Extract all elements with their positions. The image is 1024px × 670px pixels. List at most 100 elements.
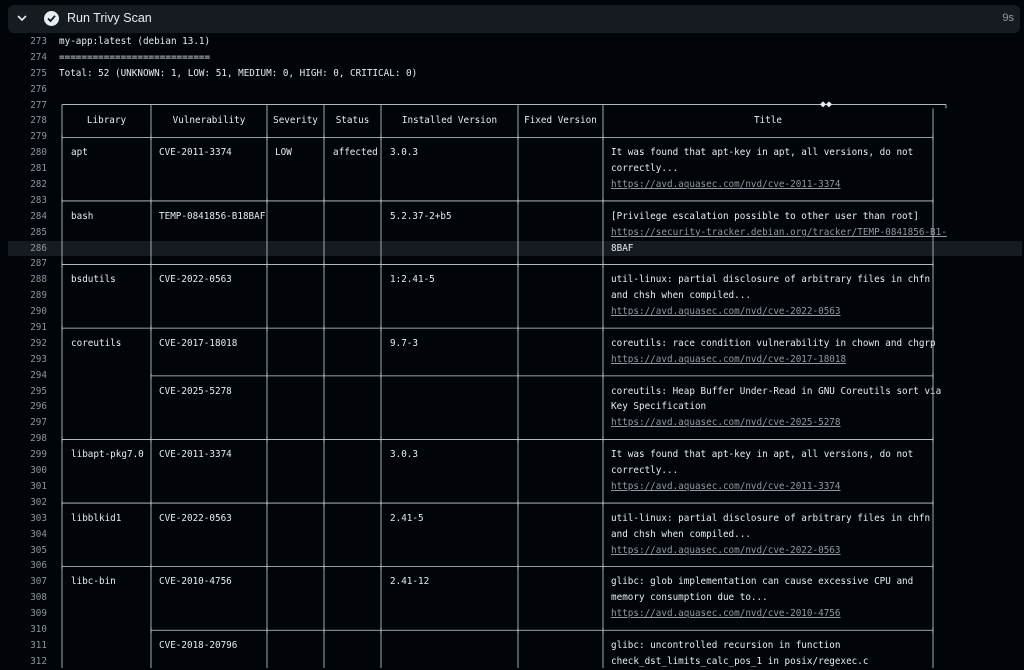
line-text: my-app:latest (debian 13.1) — [59, 36, 211, 47]
line-number[interactable]: 273 — [8, 34, 47, 50]
table-header-cell: Severity — [273, 115, 318, 127]
advisory-link[interactable]: https://avd.aquasec.com/nvd/cve-2011-337… — [611, 179, 841, 190]
table-cell-link[interactable]: https://avd.aquasec.com/nvd/cve-2010-475… — [611, 606, 841, 622]
line-number[interactable]: 276 — [8, 82, 47, 98]
line-number[interactable]: 302 — [8, 495, 47, 511]
log-line: 300 correctly... — [8, 463, 1022, 479]
line-number[interactable]: 311 — [8, 638, 47, 654]
table-cell: 8BAF — [611, 242, 634, 254]
advisory-link[interactable]: https://avd.aquasec.com/nvd/cve-2017-180… — [611, 354, 846, 365]
line-number[interactable]: 290 — [8, 304, 47, 320]
table-cell: CVE-2011-3374 — [159, 449, 232, 461]
table-cell: CVE-2025-5278 — [159, 385, 232, 397]
line-number[interactable]: 293 — [8, 352, 47, 368]
log-line: 299 libapt-pkg7.0 CVE-2011-3374 3.0.3 It was… — [8, 447, 1022, 463]
log-line: 286 8BAF — [8, 240, 1022, 257]
table-cell: apt — [71, 147, 88, 159]
line-number[interactable]: 310 — [8, 622, 47, 638]
table-cell: libblkid1 — [71, 512, 122, 524]
log-line: 278 Library Vulnerability Severity Status Ins… — [8, 113, 1022, 129]
log-line: 281 correctly... — [8, 161, 1022, 177]
line-number[interactable]: 306 — [8, 558, 47, 574]
log-line: 302 — [8, 495, 1022, 511]
log-line: 274 =========================== — [8, 50, 1022, 66]
table-cell-link[interactable]: https://avd.aquasec.com/nvd/cve-2017-180… — [611, 352, 846, 368]
line-number[interactable]: 296 — [8, 399, 47, 415]
step-duration: 9s — [1002, 12, 1014, 24]
log-line: 289 and chsh when compiled... — [8, 288, 1022, 304]
log-line: 273 my-app:latest (debian 13.1) — [8, 34, 1022, 50]
line-number[interactable]: 287 — [8, 256, 47, 272]
log-line: 297 https://avd.aquasec.com/nvd/cve-2025-… — [8, 415, 1022, 431]
table-cell: 9.7-3 — [390, 337, 418, 349]
line-number[interactable]: 299 — [8, 447, 47, 463]
line-number[interactable]: 278 — [8, 113, 47, 129]
table-cell-link[interactable]: https://avd.aquasec.com/nvd/cve-2011-337… — [611, 177, 841, 193]
advisory-link[interactable]: https://security-tracker.debian.org/trac… — [611, 227, 947, 238]
table-cell: bsdutils — [71, 274, 116, 286]
advisory-link[interactable]: https://avd.aquasec.com/nvd/cve-2011-337… — [611, 481, 841, 492]
log-line: 308 memory consumption due to... — [8, 590, 1022, 606]
line-number[interactable]: 274 — [8, 50, 47, 66]
table-cell: TEMP-0841856-B18BAF — [159, 210, 266, 222]
log-line: 290 https://avd.aquasec.com/nvd/cve-2022-… — [8, 304, 1022, 320]
line-number[interactable]: 301 — [8, 479, 47, 495]
table-cell: Key Specification — [611, 401, 707, 413]
table-cell: libc-bin — [71, 576, 116, 588]
line-number[interactable]: 300 — [8, 463, 47, 479]
line-number[interactable]: 312 — [8, 654, 47, 670]
table-cell-link[interactable]: https://avd.aquasec.com/nvd/cve-2022-056… — [611, 304, 841, 320]
line-number[interactable]: 288 — [8, 272, 47, 288]
line-number[interactable]: 304 — [8, 527, 47, 543]
table-cell-link[interactable]: https://security-tracker.debian.org/trac… — [611, 225, 947, 241]
log-line: 304 and chsh when compiled... — [8, 527, 1022, 543]
table-cell: coreutils — [71, 337, 122, 349]
log-line: 288 bsdutils CVE-2022-0563 1:2.41-5 util-lin… — [8, 272, 1022, 288]
line-number[interactable]: 286 — [8, 241, 47, 257]
line-number[interactable]: 297 — [8, 415, 47, 431]
line-number[interactable]: 291 — [8, 320, 47, 336]
line-number[interactable]: 275 — [8, 66, 47, 82]
log-line: 301 https://avd.aquasec.com/nvd/cve-2011-… — [8, 479, 1022, 495]
line-number[interactable]: 305 — [8, 543, 47, 559]
line-number[interactable]: 309 — [8, 606, 47, 622]
line-number[interactable]: 294 — [8, 368, 47, 384]
log-line: 296 Key Specification — [8, 399, 1022, 415]
table-cell: CVE-2018-20796 — [159, 639, 238, 651]
line-number[interactable]: 289 — [8, 288, 47, 304]
table-header-cell: Library — [86, 115, 127, 127]
table-cell: correctly... — [611, 465, 679, 477]
chevron-down-icon[interactable] — [17, 13, 27, 23]
line-number[interactable]: 280 — [8, 145, 47, 161]
line-number[interactable]: 298 — [8, 431, 47, 447]
log-line: 307 libc-bin CVE-2010-4756 2.41-12 glibc: gl… — [8, 574, 1022, 590]
line-number[interactable]: 295 — [8, 384, 47, 400]
line-number[interactable]: 283 — [8, 193, 47, 209]
line-number[interactable]: 308 — [8, 590, 47, 606]
table-cell: 3.0.3 — [390, 449, 418, 461]
line-number[interactable]: 277 — [8, 98, 47, 114]
line-number[interactable]: 284 — [8, 209, 47, 225]
table-header-cell: Fixed Version — [524, 115, 597, 127]
line-number[interactable]: 282 — [8, 177, 47, 193]
table-cell-link[interactable]: https://avd.aquasec.com/nvd/cve-2025-527… — [611, 415, 841, 431]
line-number[interactable]: 285 — [8, 225, 47, 241]
line-number[interactable]: 281 — [8, 161, 47, 177]
line-number[interactable]: 292 — [8, 336, 47, 352]
advisory-link[interactable]: https://avd.aquasec.com/nvd/cve-2022-056… — [611, 306, 841, 317]
table-cell: CVE-2010-4756 — [159, 576, 232, 588]
table-cell: glibc: uncontrolled recursion in functio… — [611, 639, 841, 651]
line-number[interactable]: 279 — [8, 129, 47, 145]
step-header[interactable]: Run Trivy Scan 9s — [8, 5, 1020, 33]
table-cell-link[interactable]: https://avd.aquasec.com/nvd/cve-2022-056… — [611, 543, 841, 559]
line-number[interactable]: 307 — [8, 574, 47, 590]
line-number[interactable]: 303 — [8, 511, 47, 527]
log-line: 284 bash TEMP-0841856-B18BAF 5.2.37-2+b5 [Pr… — [8, 209, 1022, 225]
advisory-link[interactable]: https://avd.aquasec.com/nvd/cve-2022-056… — [611, 545, 841, 556]
table-cell-link[interactable]: https://avd.aquasec.com/nvd/cve-2011-337… — [611, 479, 841, 495]
table-cell: and chsh when compiled... — [611, 528, 751, 540]
advisory-link[interactable]: https://avd.aquasec.com/nvd/cve-2025-527… — [611, 417, 841, 428]
log-line: 309 https://avd.aquasec.com/nvd/cve-2010-… — [8, 606, 1022, 622]
advisory-link[interactable]: https://avd.aquasec.com/nvd/cve-2010-475… — [611, 608, 841, 619]
log-line: 282 https://avd.aquasec.com/nvd/cve-2011-… — [8, 177, 1022, 193]
